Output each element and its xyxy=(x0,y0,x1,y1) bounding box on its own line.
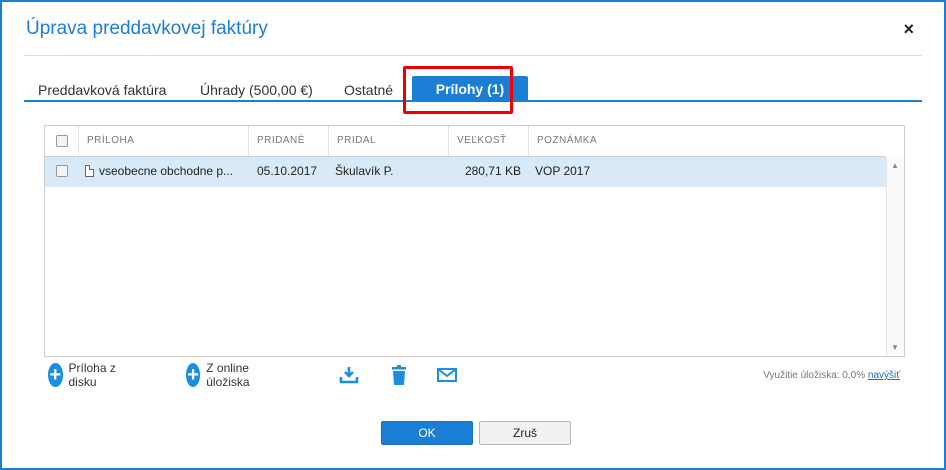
add-from-online-button[interactable]: + Z online úložiska xyxy=(186,361,259,389)
cancel-button[interactable]: Zruš xyxy=(479,421,571,445)
storage-usage: Využitie úložiska: 0,0% navýšiť xyxy=(763,370,900,381)
scroll-down-icon[interactable]: ▼ xyxy=(891,343,899,352)
add-from-disk-button[interactable]: + Príloha z disku xyxy=(48,361,116,389)
tab-invoice[interactable]: Preddavková faktúra xyxy=(38,82,166,98)
select-all-checkbox[interactable] xyxy=(56,135,68,147)
tab-other[interactable]: Ostatné xyxy=(344,82,393,98)
tab-attachments[interactable]: Prílohy (1) xyxy=(412,76,528,102)
download-icon[interactable] xyxy=(338,364,360,386)
grid-header: PRÍLOHA PRIDANÉ PRIDAL VEĽKOSŤ POZNÁMKA xyxy=(45,126,886,157)
dialog-title: Úprava preddavkovej faktúry xyxy=(26,18,268,39)
column-header-note[interactable]: POZNÁMKA xyxy=(529,126,886,156)
add-from-disk-label: Príloha z disku xyxy=(68,361,116,389)
added-date: 05.10.2017 xyxy=(257,164,318,178)
column-header-size[interactable]: VEĽKOSŤ xyxy=(449,126,529,156)
attachment-cell[interactable]: vseobecne obchodne p... xyxy=(85,157,245,187)
add-from-online-label: Z online úložiska xyxy=(206,361,250,389)
scroll-up-icon[interactable]: ▲ xyxy=(891,161,899,170)
tab-payments[interactable]: Úhrady (500,00 €) xyxy=(200,82,313,98)
ok-button[interactable]: OK xyxy=(381,421,473,445)
envelope-icon[interactable] xyxy=(436,364,458,386)
storage-usage-text: Využitie úložiska: 0,0% xyxy=(763,370,866,381)
table-row[interactable]: vseobecne obchodne p... 05.10.2017 Škula… xyxy=(45,157,886,187)
column-header-added[interactable]: PRIDANÉ xyxy=(249,126,329,156)
attachment-note: VOP 2017 xyxy=(535,164,591,178)
row-checkbox[interactable] xyxy=(56,165,68,177)
author-name: Škulavík P. xyxy=(335,164,394,178)
header-select-cell xyxy=(45,126,79,156)
attachment-name: vseobecne obchodne p... xyxy=(99,164,234,178)
edit-invoice-dialog: Úprava preddavkovej faktúry × Preddavkov… xyxy=(0,0,946,470)
tab-bar: Preddavková faktúra Úhrady (500,00 €) Os… xyxy=(24,72,922,102)
vertical-scrollbar[interactable]: ▲ ▼ xyxy=(886,157,904,356)
close-icon[interactable]: × xyxy=(903,20,914,38)
column-header-author[interactable]: PRIDAL xyxy=(329,126,449,156)
increase-storage-link[interactable]: navýšiť xyxy=(868,370,900,381)
title-divider xyxy=(24,55,922,56)
plus-icon: + xyxy=(48,363,63,387)
plus-icon: + xyxy=(186,363,201,387)
file-icon xyxy=(85,165,94,177)
column-header-attachment[interactable]: PRÍLOHA xyxy=(79,126,249,156)
attachments-grid: PRÍLOHA PRIDANÉ PRIDAL VEĽKOSŤ POZNÁMKA … xyxy=(44,125,905,357)
trash-icon[interactable] xyxy=(388,364,410,386)
file-size: 280,71 KB xyxy=(464,164,521,178)
